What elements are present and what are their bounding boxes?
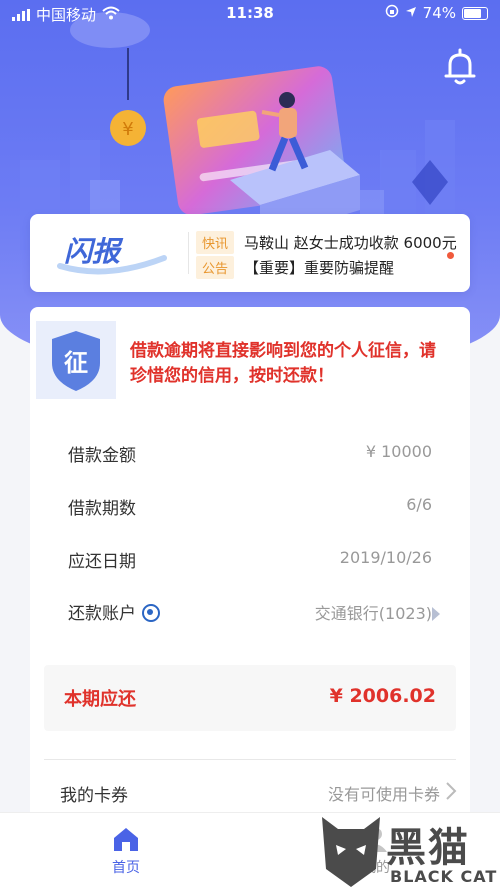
arrow-right-icon bbox=[432, 607, 440, 621]
notice-text: 马鞍山 赵女士成功收款 6000元 bbox=[244, 234, 457, 252]
tab-label: 首页 bbox=[112, 860, 140, 876]
flash-notice-card[interactable]: 闪报 快讯 马鞍山 赵女士成功收款 6000元 公告 【重要】重要防骗提醒 bbox=[30, 214, 470, 292]
row-label: 还款账户 bbox=[68, 599, 160, 624]
row-value: 2019/10/26 bbox=[339, 548, 432, 567]
credit-shield-icon: 征 bbox=[52, 331, 100, 391]
watermark-subtext: BLACK CAT bbox=[390, 867, 498, 886]
row-value: 6/6 bbox=[406, 495, 432, 514]
chevron-right-icon bbox=[446, 782, 457, 800]
bank-logo-icon bbox=[142, 604, 160, 622]
account-label: 还款账户 bbox=[68, 604, 136, 624]
row-label: 应还日期 bbox=[68, 552, 136, 572]
home-icon bbox=[114, 828, 138, 851]
flash-news-logo: 闪报 bbox=[57, 235, 167, 275]
row-label: 借款期数 bbox=[68, 499, 136, 519]
loan-amount-row: 借款金额 ¥ 10000 bbox=[68, 437, 432, 467]
notice-item-flash[interactable]: 快讯 马鞍山 赵女士成功收款 6000元 bbox=[196, 231, 457, 254]
loan-term-row: 借款期数 6/6 bbox=[68, 490, 432, 520]
coupon-value: 没有可使用卡券 bbox=[327, 785, 440, 804]
location-icon bbox=[405, 4, 417, 22]
black-cat-watermark: 黑猫 BLACK CAT bbox=[316, 809, 500, 889]
row-value: 交通银行(1023) bbox=[314, 604, 432, 623]
due-label: 本期应还 bbox=[64, 689, 136, 710]
battery-icon bbox=[462, 6, 488, 20]
row-value: ¥ 10000 bbox=[365, 442, 432, 461]
cat-logo-icon bbox=[322, 817, 380, 887]
repayment-account-row[interactable]: 还款账户 交通银行(1023) bbox=[68, 595, 440, 625]
status-right: 74% bbox=[385, 4, 488, 22]
bell-icon[interactable] bbox=[442, 48, 478, 88]
row-label: 借款金额 bbox=[68, 446, 136, 466]
notice-tag: 快讯 bbox=[196, 231, 235, 254]
notice-item-announcement[interactable]: 公告 【重要】重要防骗提醒 bbox=[196, 256, 394, 279]
notice-text: 【重要】重要防骗提醒 bbox=[244, 259, 395, 277]
coupon-label: 我的卡券 bbox=[60, 786, 128, 806]
notice-divider bbox=[188, 232, 189, 274]
credit-badge: 征 bbox=[36, 321, 116, 399]
due-amount: ¥ 2006.02 bbox=[329, 685, 436, 707]
orientation-lock-icon bbox=[385, 4, 399, 22]
svg-text:征: 征 bbox=[64, 349, 88, 377]
bottom-tab-bar: 首页 我的 黑猫 BLACK CAT bbox=[0, 812, 500, 889]
notice-tag: 公告 bbox=[196, 256, 235, 279]
watermark-text: 黑猫 bbox=[386, 825, 470, 871]
due-date-row: 应还日期 2019/10/26 bbox=[68, 543, 432, 573]
credit-warning-text: 借款逾期将直接影响到您的个人征信，请珍惜您的信用，按时还款！ bbox=[130, 341, 436, 386]
divider bbox=[44, 759, 456, 760]
loan-detail-card: 征 借款逾期将直接影响到您的个人征信，请珍惜您的信用，按时还款！ 借款金额 ¥ … bbox=[30, 307, 470, 827]
current-due-box: 本期应还 ¥ 2006.02 bbox=[44, 665, 456, 731]
svg-text:闪报: 闪报 bbox=[64, 235, 124, 268]
battery-percent: 74% bbox=[422, 4, 456, 22]
unread-dot bbox=[447, 252, 454, 259]
status-bar: 中国移动 11:38 74% bbox=[0, 0, 500, 28]
tab-home[interactable]: 首页 bbox=[86, 825, 166, 877]
svg-text:¥: ¥ bbox=[122, 119, 133, 140]
